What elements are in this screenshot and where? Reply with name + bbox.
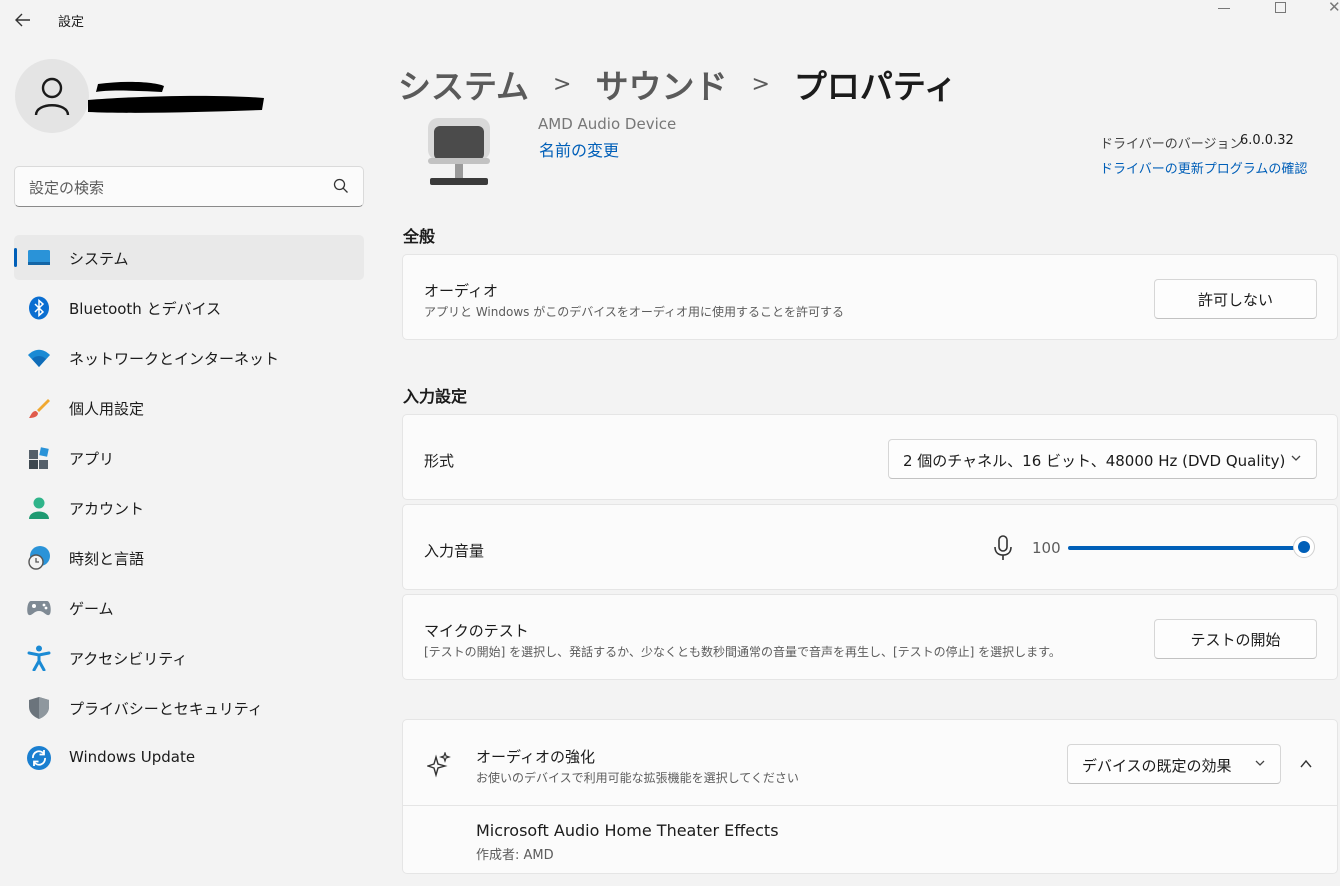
bluetooth-icon xyxy=(26,295,52,321)
back-arrow-icon[interactable] xyxy=(10,8,36,32)
sidebar-item-label: ネットワークとインターネット xyxy=(69,350,280,368)
apps-icon xyxy=(26,445,52,471)
volume-value: 100 xyxy=(1032,539,1061,557)
audio-card: オーディオ アプリと Windows がこのデバイスをオーディオ用に使用すること… xyxy=(402,254,1338,340)
search-icon[interactable] xyxy=(333,178,349,194)
enhancement-dropdown[interactable]: デバイスの既定の効果 xyxy=(1067,744,1281,784)
redacted-username xyxy=(88,81,264,113)
format-label: 形式 xyxy=(424,452,455,470)
start-test-button[interactable]: テストの開始 xyxy=(1154,619,1317,659)
device-name: AMD Audio Device xyxy=(538,115,677,133)
audio-title: オーディオ xyxy=(424,282,498,300)
sidebar-item-label: Windows Update xyxy=(69,748,196,766)
microphone-icon[interactable] xyxy=(992,534,1014,562)
enhancement-value: デバイスの既定の効果 xyxy=(1082,757,1232,775)
format-dropdown[interactable]: 2 個のチャネル、16 ビット、48000 Hz (DVD Quality) xyxy=(888,439,1317,479)
sidebar-item-label: アプリ xyxy=(69,450,115,468)
chevron-down-icon xyxy=(1255,760,1265,766)
network-icon xyxy=(26,345,52,371)
volume-card: 入力音量 100 xyxy=(402,504,1338,590)
accessibility-icon xyxy=(26,645,52,671)
sidebar-item-label: アクセシビリティ xyxy=(69,650,188,668)
breadcrumb-system[interactable]: システム xyxy=(398,60,529,108)
microphone-device-icon xyxy=(428,118,490,185)
volume-slider-track[interactable] xyxy=(1068,546,1305,550)
breadcrumb: システム > サウンド > プロパティ xyxy=(398,60,957,108)
privacy-icon xyxy=(26,695,52,721)
close-icon[interactable]: ✕ xyxy=(1328,0,1340,16)
user-icon xyxy=(34,77,70,116)
sidebar-item-label: 個人用設定 xyxy=(69,400,145,418)
time-language-icon xyxy=(26,545,52,571)
enhancement-description: お使いのデバイスで利用可能な拡張機能を選択してください xyxy=(476,771,799,785)
maximize-icon[interactable] xyxy=(1275,2,1286,13)
driver-version-value: 6.0.0.32 xyxy=(1240,133,1294,148)
audio-description: アプリと Windows がこのデバイスをオーディオ用に使用することを許可する xyxy=(424,305,844,319)
search-placeholder: 設定の検索 xyxy=(29,179,105,197)
enhancement-card: オーディオの強化 お使いのデバイスで利用可能な拡張機能を選択してください デバイ… xyxy=(402,719,1338,874)
sidebar-nav: システム Bluetooth とデバイス ネットワークとインターネット 個人用設… xyxy=(14,235,364,785)
page-title: プロパティ xyxy=(793,67,957,106)
breadcrumb-sound[interactable]: サウンド xyxy=(595,60,727,108)
divider xyxy=(403,805,1337,806)
chevron-right-icon: > xyxy=(751,71,770,97)
chevron-right-icon: > xyxy=(553,71,572,97)
mic-test-description: [テストの開始] を選択し、発話するか、少なくとも数秒間通常の音量で音声を再生し… xyxy=(424,645,1061,659)
effect-author: 作成者: AMD xyxy=(476,848,554,863)
chevron-up-icon[interactable] xyxy=(1299,757,1313,771)
sidebar-item-label: Bluetooth とデバイス xyxy=(69,300,222,318)
sparkle-icon xyxy=(427,752,451,778)
format-value: 2 個のチャネル、16 ビット、48000 Hz (DVD Quality) xyxy=(903,452,1286,470)
format-card: 形式 2 個のチャネル、16 ビット、48000 Hz (DVD Quality… xyxy=(402,414,1338,500)
mic-test-card: マイクのテスト [テストの開始] を選択し、発話するか、少なくとも数秒間通常の音… xyxy=(402,594,1338,680)
sidebar-item-windows-update[interactable]: Windows Update xyxy=(14,735,364,780)
enhancement-title: オーディオの強化 xyxy=(476,748,595,766)
windows-update-icon xyxy=(26,745,52,771)
volume-slider-thumb[interactable] xyxy=(1293,536,1315,558)
sidebar-item-accessibility[interactable]: アクセシビリティ xyxy=(14,635,364,680)
sidebar-item-accounts[interactable]: アカウント xyxy=(14,485,364,530)
sidebar-item-label: ゲーム xyxy=(69,600,114,618)
driver-version-label: ドライバーのバージョン xyxy=(1100,137,1243,152)
sidebar-item-network[interactable]: ネットワークとインターネット xyxy=(14,335,364,380)
sidebar-item-bluetooth[interactable]: Bluetooth とデバイス xyxy=(14,285,364,330)
driver-update-link[interactable]: ドライバーの更新プログラムの確認 xyxy=(1100,158,1307,177)
personalization-icon xyxy=(26,395,52,421)
app-title: 設定 xyxy=(58,15,85,30)
disallow-button[interactable]: 許可しない xyxy=(1154,279,1317,319)
sidebar-item-apps[interactable]: アプリ xyxy=(14,435,364,480)
sidebar-item-personalization[interactable]: 個人用設定 xyxy=(14,385,364,430)
effect-name: Microsoft Audio Home Theater Effects xyxy=(476,821,779,840)
sidebar-item-label: アカウント xyxy=(69,500,145,518)
input-section-title: 入力設定 xyxy=(403,387,468,406)
sidebar-item-label: プライバシーとセキュリティ xyxy=(69,700,263,718)
sidebar-item-privacy[interactable]: プライバシーとセキュリティ xyxy=(14,685,364,730)
system-icon xyxy=(26,245,52,271)
mic-test-title: マイクのテスト xyxy=(424,622,529,640)
sidebar-item-time-language[interactable]: 時刻と言語 xyxy=(14,535,364,580)
sidebar-item-gaming[interactable]: ゲーム xyxy=(14,585,364,630)
rename-link[interactable]: 名前の変更 xyxy=(539,137,619,161)
sidebar-item-label: 時刻と言語 xyxy=(69,550,145,568)
sidebar-item-system[interactable]: システム xyxy=(14,235,364,280)
general-section-title: 全般 xyxy=(403,227,436,246)
account-icon xyxy=(26,495,52,521)
search-input[interactable]: 設定の検索 xyxy=(14,166,364,207)
gaming-icon xyxy=(26,595,52,621)
title-bar: 設定 ✕ xyxy=(0,0,1340,40)
avatar[interactable] xyxy=(15,59,89,133)
minimize-icon[interactable] xyxy=(1218,8,1230,9)
chevron-down-icon xyxy=(1291,455,1301,461)
sidebar-item-label: システム xyxy=(69,250,129,268)
volume-label: 入力音量 xyxy=(424,542,485,560)
